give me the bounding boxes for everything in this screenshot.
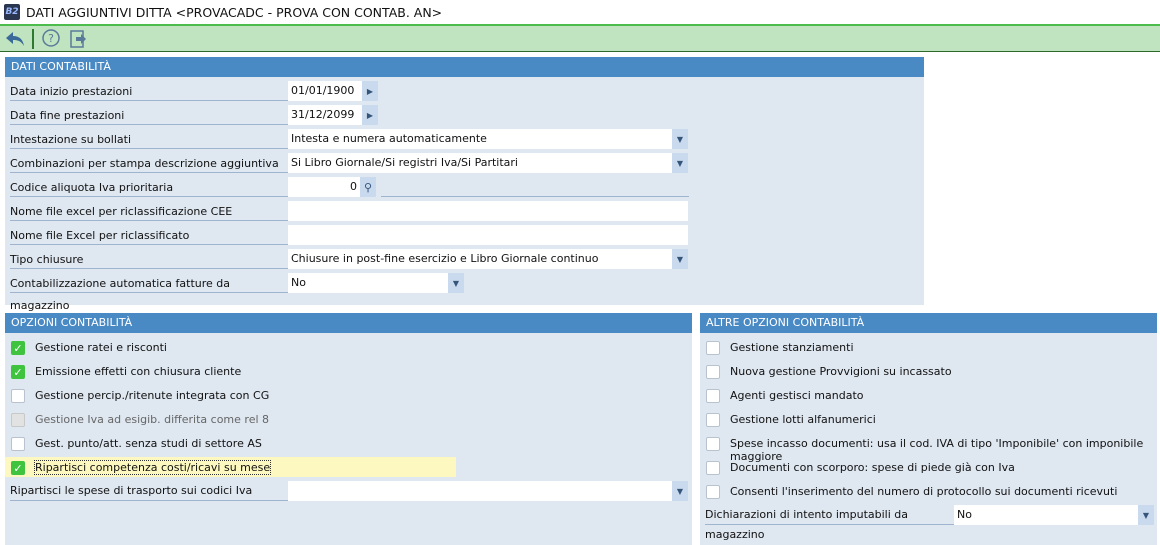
- checkbox[interactable]: ✓: [11, 341, 25, 355]
- checkbox-label[interactable]: Spese incasso documenti: usa il cod. IVA…: [730, 437, 1157, 463]
- checkbox-label[interactable]: Consenti l'inserimento del numero di pro…: [730, 485, 1117, 498]
- checkbox[interactable]: [706, 341, 720, 355]
- help-icon[interactable]: ?: [40, 28, 62, 50]
- chevron-down-icon[interactable]: ▼: [672, 129, 688, 149]
- contab-auto-label: Contabilizzazione automatica fatture da …: [10, 273, 288, 312]
- aliquota-field[interactable]: 0: [288, 177, 360, 197]
- chiusure-label: Tipo chiusure: [10, 249, 288, 269]
- combinazioni-label: Combinazioni per stampa descrizione aggi…: [10, 153, 288, 173]
- excel-ric-label: Nome file Excel per riclassificato: [10, 225, 288, 245]
- intestazione-label: Intestazione su bollati: [10, 129, 288, 149]
- altre-opzioni-panel: ALTRE OPZIONI CONTABILITÀ Gestione stanz…: [700, 313, 1157, 545]
- chiusure-select[interactable]: Chiusure in post-fine esercizio e Libro …: [288, 249, 672, 269]
- checkbox[interactable]: ✓: [11, 461, 25, 475]
- chevron-down-icon[interactable]: ▼: [1138, 505, 1154, 525]
- checkbox-label[interactable]: Gestione lotti alfanumerici: [730, 413, 876, 426]
- panel-header: DATI CONTABILITÀ: [5, 57, 924, 77]
- contab-auto-select[interactable]: No: [288, 273, 448, 293]
- checkbox-label[interactable]: Gest. punto/att. senza studi di settore …: [35, 437, 262, 450]
- checkbox[interactable]: [706, 485, 720, 499]
- combinazioni-select[interactable]: Si Libro Giornale/Si registri Iva/Si Par…: [288, 153, 672, 173]
- checkbox-label[interactable]: Gestione ratei e risconti: [35, 341, 167, 354]
- checkbox-label[interactable]: Gestione percip./ritenute integrata con …: [35, 389, 269, 402]
- checkbox[interactable]: [11, 437, 25, 451]
- app-icon: B2: [4, 4, 20, 20]
- chevron-down-icon[interactable]: ▼: [672, 249, 688, 269]
- checkbox[interactable]: [11, 389, 25, 403]
- excel-cee-input[interactable]: [288, 201, 688, 221]
- data-inizio-label: Data inizio prestazioni: [10, 81, 288, 101]
- svg-text:?: ?: [48, 32, 54, 45]
- opzioni-contabilita-panel: OPZIONI CONTABILITÀ ✓ Gestione ratei e ri…: [5, 313, 692, 545]
- panel-header: ALTRE OPZIONI CONTABILITÀ: [700, 313, 1157, 333]
- checkbox[interactable]: [706, 365, 720, 379]
- intento-label: Dichiarazioni di intento imputabili da m…: [705, 505, 955, 541]
- checkbox-label[interactable]: Agenti gestisci mandato: [730, 389, 864, 402]
- checkbox[interactable]: [706, 389, 720, 403]
- checkbox-label[interactable]: Gestione Iva ad esigib. differita come r…: [35, 413, 269, 426]
- data-fine-field[interactable]: 31/12/2099: [288, 105, 362, 125]
- back-icon[interactable]: [4, 28, 26, 50]
- checkbox-label[interactable]: Documenti con scorporo: spese di piede g…: [730, 461, 1015, 474]
- dati-contabilita-panel: DATI CONTABILITÀ Data inizio prestazioni…: [5, 57, 924, 312]
- arrow-right-icon[interactable]: ▶: [362, 105, 378, 125]
- toolbar-separator: [32, 28, 34, 49]
- trasporto-select[interactable]: [288, 481, 672, 501]
- checkbox-label[interactable]: Gestione stanziamenti: [730, 341, 854, 354]
- arrow-right-icon[interactable]: ▶: [362, 81, 378, 101]
- intento-select[interactable]: No: [954, 505, 1138, 525]
- chevron-down-icon[interactable]: ▼: [672, 481, 688, 501]
- checkbox-label[interactable]: Nuova gestione Provvigioni su incassato: [730, 365, 952, 378]
- checkbox[interactable]: [706, 413, 720, 427]
- chevron-down-icon[interactable]: ▼: [672, 153, 688, 173]
- excel-ric-input[interactable]: [288, 225, 688, 245]
- checkbox[interactable]: [706, 437, 720, 451]
- panel-header: OPZIONI CONTABILITÀ: [5, 313, 692, 333]
- checkbox[interactable]: [706, 461, 720, 475]
- checkbox-label[interactable]: Ripartisci competenza costi/ricavi su me…: [33, 460, 272, 475]
- exit-icon[interactable]: [68, 28, 90, 50]
- window-title: DATI AGGIUNTIVI DITTA <PROVACADC - PROVA…: [26, 4, 443, 20]
- aliquota-description: [381, 196, 689, 197]
- chevron-down-icon[interactable]: ▼: [448, 273, 464, 293]
- intestazione-select[interactable]: Intesta e numera automaticamente: [288, 129, 672, 149]
- data-inizio-field[interactable]: 01/01/1900: [288, 81, 362, 101]
- checkbox: [11, 413, 25, 427]
- search-icon[interactable]: ⚲: [360, 177, 376, 197]
- toolbar: ?: [0, 24, 1160, 52]
- excel-cee-label: Nome file excel per riclassificazione CE…: [10, 201, 288, 221]
- data-fine-label: Data fine prestazioni: [10, 105, 288, 125]
- title-bar: B2 DATI AGGIUNTIVI DITTA <PROVACADC - PR…: [0, 0, 1160, 24]
- checkbox-label[interactable]: Emissione effetti con chiusura cliente: [35, 365, 241, 378]
- trasporto-label: Ripartisci le spese di trasporto sui cod…: [10, 481, 288, 501]
- checkbox[interactable]: ✓: [11, 365, 25, 379]
- aliquota-label: Codice aliquota Iva prioritaria: [10, 177, 288, 197]
